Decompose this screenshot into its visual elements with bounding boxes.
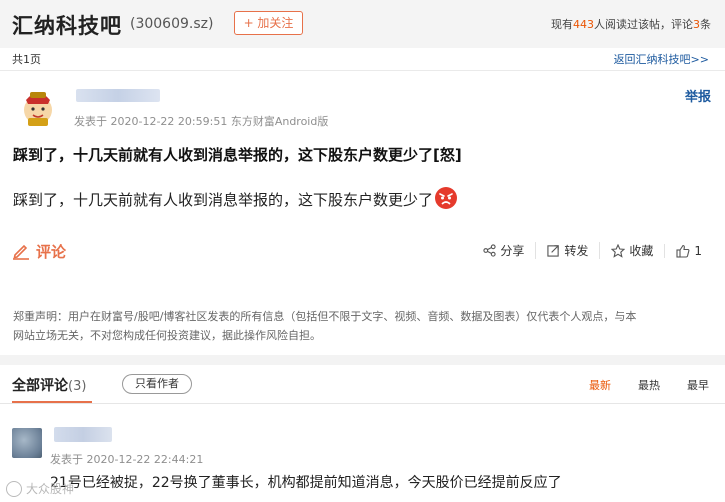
author-name-blurred[interactable] [76,89,160,102]
share-label: 分享 [500,244,525,258]
stock-code[interactable]: (300609.sz) [130,16,213,32]
reader-count: 443 [573,18,594,31]
author-avatar[interactable] [18,86,58,126]
commenter-avatar[interactable] [12,428,42,458]
watermark-logo-icon [6,480,22,497]
like-button[interactable]: 1 [664,243,713,258]
bar-title[interactable]: 汇纳科技吧 [12,10,122,40]
section-gap [0,355,725,365]
report-link[interactable]: 举报 [685,86,711,105]
disclaimer-line-1: 郑重声明：用户在财富号/股吧/博客社区发表的所有信息（包括但不限于文字、视频、音… [13,310,637,323]
post-actions: 分享 转发 收藏 1 [472,242,713,259]
tab-all-comments[interactable]: 全部评论(3) [12,375,86,395]
repost-button[interactable]: 转发 [535,242,599,259]
sort-hottest[interactable]: 最热 [638,377,660,393]
bar-header: 汇纳科技吧 (300609.sz) + 加关注 现有443人阅读过该帖，评论3条 [0,0,725,48]
star-icon [611,243,626,258]
thumbs-up-icon [676,244,690,258]
share-button[interactable]: 分享 [472,242,535,259]
favorite-button[interactable]: 收藏 [599,242,664,259]
commenter-name-blurred[interactable] [54,427,112,442]
back-to-bar-link[interactable]: 返回汇纳科技吧>> [614,51,709,67]
comment-meta: 发表于 2020-12-22 22:44:21 [50,453,204,466]
post-body: 踩到了，十几天前就有人收到消息举报的，这下股东户数更少了 [13,186,458,210]
tab-all-label: 全部评论 [12,378,68,394]
comment-text: 21号已经被捉，22号换了董事长，机构都提前知道消息，今天股价已经提前反应了 [50,475,562,491]
read-stats: 现有443人阅读过该帖，评论3条 [551,16,711,32]
page-info: 共1页 [12,53,41,66]
watermark-text: 大众股神 [26,482,75,496]
tab-all-count: (3) [68,379,87,394]
post-body-text: 踩到了，十几天前就有人收到消息举报的，这下股东户数更少了 [13,191,434,209]
comment-label: 评论 [36,242,67,261]
angry-face-icon [435,187,458,209]
sort-oldest[interactable]: 最早 [687,377,709,393]
watermark: 大众股神 [6,480,74,497]
stats-prefix: 现有 [551,18,573,31]
divider [0,403,725,404]
stats-suffix: 条 [700,18,711,31]
sort-newest[interactable]: 最新 [589,377,611,393]
favorite-label: 收藏 [629,244,654,258]
like-count: 1 [694,243,702,258]
repost-label: 转发 [564,244,589,258]
author-only-button[interactable]: 只看作者 [122,374,192,394]
post-title: 踩到了，十几天前就有人收到消息举报的，这下股东户数更少了[怒] [13,146,462,164]
post-meta: 发表于 2020-12-22 20:59:51 东方财富Android版 [74,115,329,128]
repost-icon [547,245,560,257]
divider [0,70,725,71]
disclaimer-line-2: 网站立场无关，不对您构成任何投资建议，据此操作风险自担。 [13,329,321,342]
comment-button[interactable]: 评论 [12,240,66,262]
disclaimer: 郑重声明：用户在财富号/股吧/博客社区发表的所有信息（包括但不限于文字、视频、音… [13,307,713,345]
pencil-icon [13,244,29,260]
comment-count: 3 [693,18,700,31]
stats-mid: 人阅读过该帖，评论 [594,18,693,31]
follow-button[interactable]: + 加关注 [234,11,303,35]
share-icon [483,244,496,257]
